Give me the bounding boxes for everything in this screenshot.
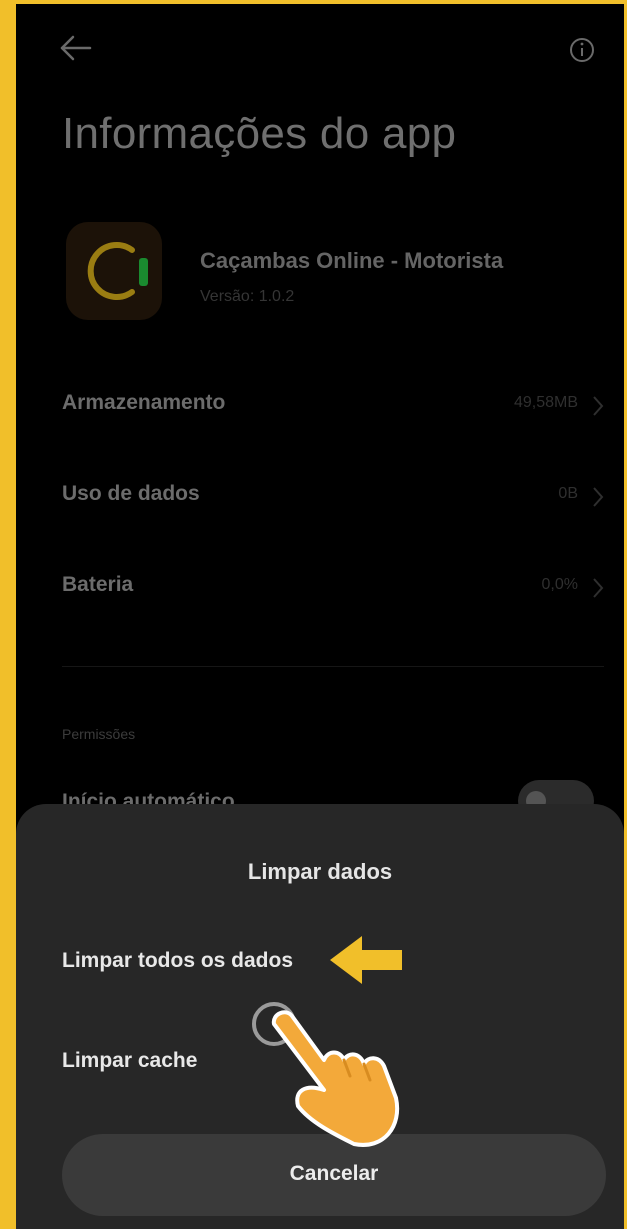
- chevron-right-icon: [593, 578, 604, 598]
- clear-cache-option[interactable]: Limpar cache: [62, 1049, 197, 1073]
- storage-label: Armazenamento: [62, 391, 226, 414]
- data-usage-label: Uso de dados: [62, 482, 200, 505]
- info-circle-icon: [570, 38, 594, 62]
- app-logo-graphic: [87, 242, 148, 300]
- app-info-screen: Informações do app Caçambas Online - Mot…: [16, 4, 624, 1229]
- chevron-right-icon: [593, 487, 604, 507]
- info-button[interactable]: [562, 30, 602, 70]
- clear-all-data-option[interactable]: Limpar todos os dados: [62, 949, 293, 973]
- app-card: Caçambas Online - Motorista Versão: 1.0.…: [62, 218, 602, 328]
- screenshot-frame: Informações do app Caçambas Online - Mot…: [0, 0, 627, 1229]
- storage-row[interactable]: Armazenamento 49,58MB: [16, 381, 624, 431]
- battery-row[interactable]: Bateria 0,0%: [16, 563, 624, 613]
- section-divider: [62, 666, 604, 667]
- top-bar: [16, 22, 624, 72]
- battery-value: 0,0%: [541, 576, 578, 593]
- app-logo-icon: [66, 222, 162, 320]
- back-button[interactable]: [56, 28, 106, 68]
- chevron-right-icon: [593, 396, 604, 416]
- cancel-button-label: Cancelar: [289, 1162, 379, 1185]
- data-usage-value: 0B: [558, 485, 578, 502]
- battery-label: Bateria: [62, 573, 134, 596]
- sheet-title: Limpar dados: [247, 859, 393, 884]
- storage-value: 49,58MB: [513, 394, 578, 411]
- arrow-pointer-left-icon: [330, 936, 402, 984]
- arrow-left-icon: [60, 35, 92, 61]
- permissions-header: Permissões: [62, 726, 136, 742]
- tap-hand-icon: [252, 1002, 400, 1147]
- app-name: Caçambas Online - Motorista: [200, 248, 504, 273]
- page-title: Informações do app: [62, 109, 457, 158]
- app-version: Versão: 1.0.2: [200, 288, 295, 305]
- data-usage-row[interactable]: Uso de dados 0B: [16, 472, 624, 522]
